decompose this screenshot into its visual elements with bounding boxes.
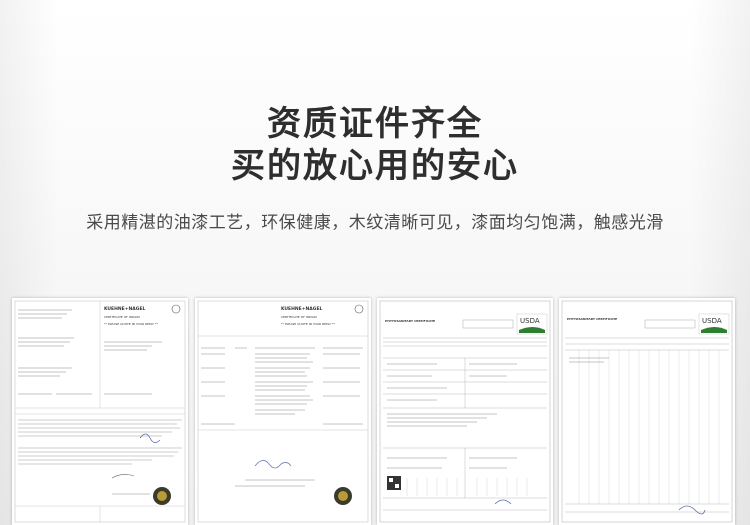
doc3-usda-badge: USDA xyxy=(520,317,540,325)
certificate-document-4: PHYTOSANITARY CERTIFICATE USDA xyxy=(559,298,735,525)
doc1-heading: CERTIFICATE OF ORIGIN xyxy=(104,315,140,319)
product-subtitle: 采用精湛的油漆工艺，环保健康，木纹清晰可见，漆面均匀饱满，触感光滑 xyxy=(86,213,664,233)
doc1-header: KUEHNE+NAGEL xyxy=(104,306,146,312)
doc1-seal-icon xyxy=(171,304,181,314)
doc4-header: PHYTOSANITARY CERTIFICATE xyxy=(567,317,617,321)
certificate-document-1: KUEHNE+NAGEL CERTIFICATE OF ORIGIN ** PL… xyxy=(12,298,188,525)
doc1-notice: ** PLEASE QUOTE IN YOUR REPLY ** xyxy=(104,322,158,326)
certificate-gallery: KUEHNE+NAGEL CERTIFICATE OF ORIGIN ** PL… xyxy=(12,298,739,525)
doc2-notice: ** PLEASE QUOTE IN YOUR REPLY ** xyxy=(281,322,335,326)
doc3-signature xyxy=(494,499,512,505)
doc3-header: PHYTOSANITARY CERTIFICATE xyxy=(385,319,435,323)
doc2-header: KUEHNE+NAGEL xyxy=(281,306,323,312)
certificate-document-3: PHYTOSANITARY CERTIFICATE USDA xyxy=(377,298,553,525)
doc2-seal-icon xyxy=(354,304,364,314)
doc2-heading: CERTIFICATE OF ORIGIN xyxy=(281,315,317,319)
doc2-signature xyxy=(254,460,292,469)
certificate-document-2: KUEHNE+NAGEL CERTIFICATE OF ORIGIN ** PL… xyxy=(195,298,371,525)
doc4-signature xyxy=(678,505,706,515)
headline-line-2: 买的放心用的安心 xyxy=(231,146,519,186)
doc1-signature xyxy=(139,433,161,443)
doc4-usda-badge: USDA xyxy=(702,317,722,325)
